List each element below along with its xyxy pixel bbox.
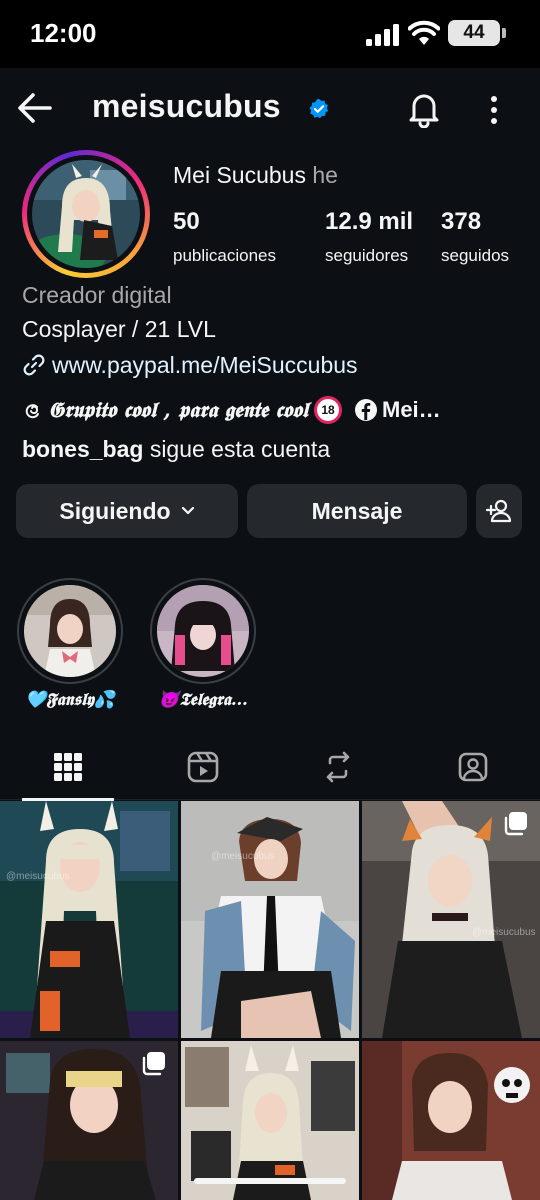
highlight-label: 🩵𝕱𝖆𝖓𝖘𝖑𝖞💦 [25,690,115,710]
following-label: seguidos [441,246,510,265]
watermark: @meisucubus [211,851,275,862]
followers-label: seguidores [325,246,409,265]
carousel-icon [504,812,527,836]
message-button[interactable]: Mensaje [247,484,467,538]
grid-post[interactable] [181,1041,359,1200]
chevron-down-icon [181,506,194,515]
more-options-icon[interactable] [482,94,506,126]
grid-post[interactable] [362,1041,540,1200]
profile-screen: meisucubus Mei Sucubus he 50 publicacion… [0,68,540,1200]
profile-username: meisucubus [92,88,281,124]
grid-post[interactable] [0,1041,178,1200]
grid-icon [53,753,82,781]
highlight-fansly[interactable]: 🩵𝕱𝖆𝖓𝖘𝖑𝖞💦 [17,578,123,710]
following-button[interactable]: Siguiendo [16,484,238,538]
age-restriction-badge: 18 [314,396,342,424]
profile-avatar[interactable] [22,150,150,278]
battery-cap [502,28,506,38]
watermark: @meisucubus [472,927,536,938]
notifications-bell-icon[interactable] [406,90,442,128]
followed-by-row[interactable]: bones_bag sigue esta cuenta [22,436,330,463]
following-button-label: Siguiendo [59,497,171,524]
status-bar: 12:00 44 [0,0,540,68]
followed-by-user: bones_bag [22,436,144,462]
status-time: 12:00 [30,18,97,48]
stat-posts[interactable]: 50 publicaciones [173,208,276,266]
posts-label: publicaciones [173,246,277,265]
home-indicator[interactable] [194,1178,346,1184]
followers-count: 12.9 mil [325,208,414,235]
threads-badge-row[interactable]: 𝕲𝖗𝖚𝖕𝖎𝖙𝖔 𝖈𝖔𝖔𝖑 , 𝖕𝖆𝖗𝖆 𝖌𝖊𝖓𝖙𝖊 𝖈𝖔𝖔𝖑 18 Mei… [20,394,520,426]
profile-bio: Cosplayer / 21 LVL [22,316,216,342]
tab-reposts[interactable] [270,734,405,800]
profile-header: meisucubus [0,68,540,148]
pronouns: he [312,162,338,188]
threads-text: 𝕲𝖗𝖚𝖕𝖎𝖙𝖔 𝖈𝖔𝖔𝖑 , 𝖕𝖆𝖗𝖆 𝖌𝖊𝖓𝖙𝖊 𝖈𝖔𝖔𝖑 [48,397,308,422]
facebook-text: Mei… [382,397,441,422]
suggest-people-button[interactable] [476,484,522,538]
posts-grid: @meisucubus @meisucubus @meisucubus [0,801,540,1200]
signal-icon [366,24,399,46]
repost-icon [326,751,349,783]
highlight-cover [24,585,116,677]
highlight-label: 😈𝕿𝖊𝖑𝖊𝖌𝖗𝖆… [158,690,248,710]
tab-tagged[interactable] [405,734,540,800]
reels-icon [187,751,218,783]
posts-count: 50 [173,208,200,235]
highlight-cover [157,585,249,677]
battery-icon: 44 [448,20,500,46]
threads-icon [25,404,39,419]
back-arrow-icon[interactable] [16,90,54,126]
tagged-person-icon [458,752,487,782]
bio-link[interactable]: www.paypal.me/MeiSuccubus [22,350,358,380]
stat-following[interactable]: 378 seguidos [441,208,509,266]
display-name-text: Mei Sucubus [173,162,306,188]
grid-post[interactable]: @meisucubus [362,801,540,1038]
display-name: Mei Sucubus he [173,162,338,189]
highlight-telegram[interactable]: 😈𝕿𝖊𝖑𝖊𝖌𝖗𝖆… [150,578,256,710]
grid-post[interactable]: @meisucubus [0,801,178,1038]
following-count: 378 [441,208,482,235]
wifi-icon [408,20,440,45]
stat-followers[interactable]: 12.9 mil seguidores [325,208,413,266]
message-button-label: Mensaje [311,497,403,524]
tab-reels[interactable] [135,734,270,800]
carousel-icon [142,1052,165,1076]
watermark: @meisucubus [6,871,70,882]
grid-post[interactable]: @meisucubus [181,801,359,1038]
tab-posts-grid[interactable] [0,734,135,801]
link-icon [23,354,45,376]
add-person-icon [486,499,512,523]
profile-category: Creador digital [22,282,172,308]
facebook-icon [355,399,377,421]
followed-by-text: sigue esta cuenta [149,436,331,462]
bio-link-text: www.paypal.me/MeiSuccubus [52,351,358,378]
profile-tabs [0,734,540,801]
verified-badge-icon [309,98,329,119]
avatar-photo [32,160,140,268]
